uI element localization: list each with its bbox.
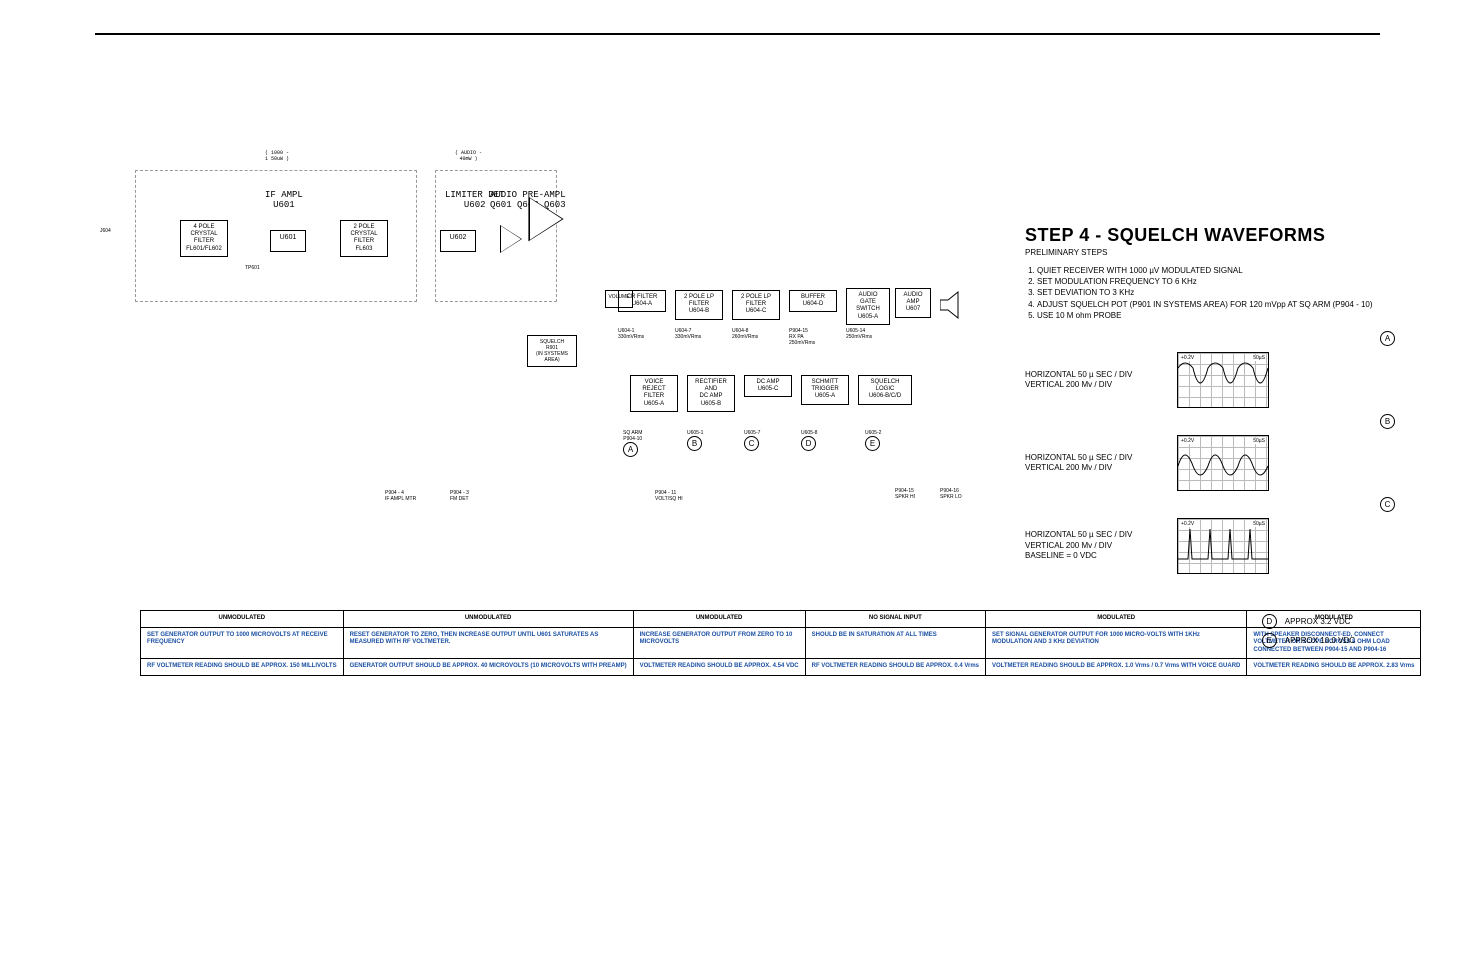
p904-15-lab: P904-15 RX PA 250mVRms <box>789 328 815 346</box>
table-row: SET GENERATOR OUTPUT TO 1000 MICROVOLTS … <box>141 627 1421 659</box>
tp-p9043: P904 - 3 FM DET <box>450 490 469 502</box>
tp-p9044: P904 - 4 IF AMPL MTR <box>385 490 416 502</box>
col-h: UNMODULATED <box>633 611 805 628</box>
procedure-table: UNMODULATED UNMODULATED UNMODULATED NO S… <box>140 610 1421 676</box>
section-ifampl-sublabel: ( 1000 - 1 50uW ) <box>265 150 289 162</box>
block-xtal2: 2 POLE CRYSTAL FILTER FL603 <box>340 220 388 257</box>
col-h: NO SIGNAL INPUT <box>805 611 985 628</box>
u604-8: U604-8 260mVRms <box>732 328 758 340</box>
header-rule <box>95 33 1380 35</box>
tp-p90415: P904-15 SPKR HI <box>895 488 915 500</box>
step-item: USE 10 M ohm PROBE <box>1037 310 1395 321</box>
speaker-icon <box>940 290 970 320</box>
block-vreject: VOICE REJECT FILTER U605-A <box>630 375 678 412</box>
col-h: UNMODULATED <box>141 611 344 628</box>
wave-b-text: HORIZONTAL 50 µ SEC / DIV VERTICAL 200 M… <box>1025 453 1165 474</box>
step-item: ADJUST SQUELCH POT (P901 IN SYSTEMS AREA… <box>1037 299 1395 310</box>
tp-d: U605-8D <box>801 430 817 451</box>
block-u602: U602 <box>440 230 476 252</box>
block-diagram: IF AMPLU601 ( 1000 - 1 50uW ) LIMITER DE… <box>95 150 975 600</box>
u604-7: U604-7 330mVRms <box>675 328 701 340</box>
table-row: RF VOLTMETER READING SHOULD BE APPROX. 1… <box>141 659 1421 676</box>
u605-14: U605-14 250mVRms <box>846 328 872 340</box>
tp-a: SQ ARM P904-10A <box>623 430 642 457</box>
step4-title: STEP 4 - SQUELCH WAVEFORMS <box>1025 225 1395 246</box>
block-audioamp: AUDIO AMP U607 <box>895 288 931 318</box>
step4-panel: STEP 4 - SQUELCH WAVEFORMS PRELIMINARY S… <box>1025 225 1395 580</box>
amp-q602 <box>528 197 563 242</box>
block-rectdc: RECTIFIER AND DC AMP U605-B <box>687 375 735 412</box>
wave-c-scope: +0.2V 50µS <box>1177 518 1269 574</box>
tp-p90416: P904-16 SPKR LO <box>940 488 962 500</box>
block-buffer: BUFFER U604-D <box>789 290 837 312</box>
block-schmitt: SCHMITT TRIGGER U605-A <box>801 375 849 405</box>
tp-c: U605-7C <box>744 430 760 451</box>
section-ifampl-title: IF AMPLU601 <box>265 190 303 210</box>
circ-d: D <box>1262 614 1277 629</box>
block-dcamp: DC AMP U605-C <box>744 375 792 397</box>
wave-b-scope: +0.2V 50µS <box>1177 435 1269 491</box>
wave-a: A <box>1025 331 1395 346</box>
step4-steps: QUIET RECEIVER WITH 1000 µV MODULATED SI… <box>1025 265 1395 321</box>
tp-p90411: P904 - 11 VOLT/SQ HI <box>655 490 683 502</box>
block-squelch: SQUELCH R901 (IN SYSTEMS AREA) <box>527 335 577 367</box>
step-item: SET MODULATION FREQUENCY TO 6 KHz <box>1037 276 1395 287</box>
u604-1: U604-1 330mVRms <box>618 328 644 340</box>
wave-c: C <box>1025 497 1395 512</box>
circ-e: E <box>1262 633 1277 648</box>
de-readings: D APPROX 3.2 VDC E APPROX 10.0 VDC <box>1262 610 1355 652</box>
block-crfilter: CR FILTER U604-A <box>618 290 666 312</box>
block-gate: AUDIO GATE SWITCH U605-A <box>846 288 890 325</box>
step-item: QUIET RECEIVER WITH 1000 µV MODULATED SI… <box>1037 265 1395 276</box>
block-lp2: 2 POLE LP FILTER U604-C <box>732 290 780 320</box>
block-sqlogic: SQUELCH LOGIC U606-B/C/D <box>858 375 912 405</box>
tp-b: U605-1B <box>687 430 703 451</box>
tp-e: U605-2E <box>865 430 881 451</box>
wave-b: B <box>1025 414 1395 429</box>
label-tp601: TP601 <box>245 265 260 271</box>
section-limdet-sublabel: ( AUDIO - 40mW ) <box>455 150 482 162</box>
block-lp1: 2 POLE LP FILTER U604-B <box>675 290 723 320</box>
page: IF AMPLU601 ( 1000 - 1 50uW ) LIMITER DE… <box>0 0 1475 954</box>
table-header-row: UNMODULATED UNMODULATED UNMODULATED NO S… <box>141 611 1421 628</box>
label-j604: J604 <box>100 228 111 234</box>
block-u601: U601 <box>270 230 306 252</box>
block-xtal4: 4 POLE CRYSTAL FILTER FL601/FL602 <box>180 220 228 257</box>
de-e-text: APPROX 10.0 VDC <box>1285 636 1355 645</box>
wave-a-text: HORIZONTAL 50 µ SEC / DIV VERTICAL 200 M… <box>1025 370 1165 391</box>
de-d-text: APPROX 3.2 VDC <box>1285 617 1351 626</box>
wave-c-text: HORIZONTAL 50 µ SEC / DIV VERTICAL 200 M… <box>1025 530 1165 561</box>
step4-subtitle: PRELIMINARY STEPS <box>1025 248 1395 257</box>
wave-a-scope: +0.2V 50µS <box>1177 352 1269 408</box>
col-h: UNMODULATED <box>343 611 633 628</box>
amp-q601 <box>500 225 522 253</box>
col-h: MODULATED <box>986 611 1247 628</box>
step-item: SET DEVIATION TO 3 KHz <box>1037 287 1395 298</box>
